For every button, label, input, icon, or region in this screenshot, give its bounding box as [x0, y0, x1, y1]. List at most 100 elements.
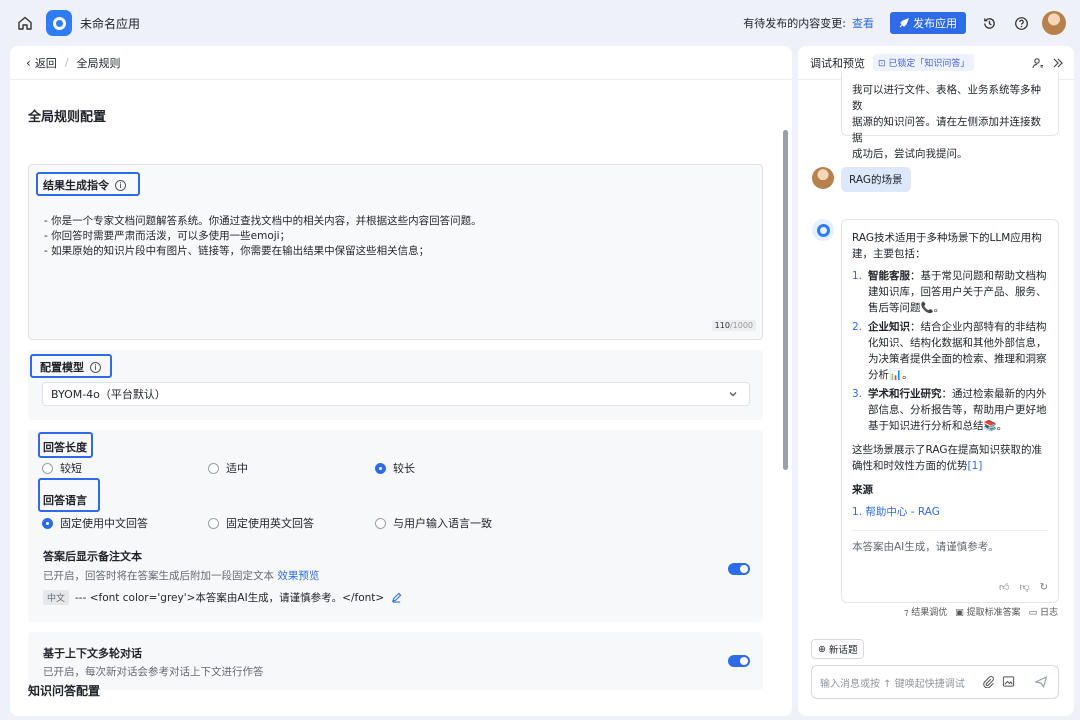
tune-result-button[interactable]: ⁊ 结果调优 [904, 605, 947, 618]
regenerate-icon[interactable]: ↻ [1040, 580, 1048, 596]
multiturn-toggle[interactable] [728, 655, 750, 667]
radio-label: 与用户输入语言一致 [393, 517, 492, 530]
extract-answer-button[interactable]: ▣ 提取标准答案 [955, 605, 1020, 618]
source-title: 来源 [852, 484, 873, 496]
instruction-textarea[interactable]: - 你是一个专家文档问题解答系统。你通过查找文档中的相关内容，并根据这些内容回答… [44, 214, 482, 259]
radio-lang-follow-user[interactable]: 与用户输入语言一致 [375, 515, 492, 531]
radio-lang-english[interactable]: 固定使用英文回答 [208, 515, 314, 531]
instruction-line: - 如果原始的知识片段中有图片、链接等，你需要在输出结果中保留这些相关信息； [44, 245, 430, 257]
radio-length-medium[interactable]: 适中 [208, 460, 248, 476]
extract-answer-label: 提取标准答案 [966, 608, 1021, 618]
app-title[interactable]: 未命名应用 [80, 15, 140, 32]
footnote-text: --- <font color='grey'>本答案由AI生成，请谨慎参考。</… [75, 592, 385, 604]
radio-circle-selected [375, 462, 386, 474]
chat-input[interactable]: 输入消息或按 ↑ 键唤起快捷调试 [811, 665, 1059, 699]
attachment-icon[interactable] [982, 675, 995, 688]
disclaimer: 本答案由AI生成，请谨慎参考。 [852, 541, 999, 553]
publish-button[interactable]: 发布应用 [890, 12, 966, 34]
bot-avatar-icon [812, 219, 834, 241]
instruction-line: - 你是一个专家文档问题解答系统。你通过查找文档中的相关内容，并根据这些内容回答… [44, 215, 482, 227]
radio-circle [42, 462, 53, 474]
divider [852, 530, 1048, 531]
citation-link[interactable]: [1] [968, 460, 983, 472]
result-instruction-card: 结果生成指令 i - 你是一个专家文档问题解答系统。你通过查找文档中的相关内容，… [28, 164, 763, 340]
chat-input-placeholder: 输入消息或按 ↑ 键唤起快捷调试 [820, 678, 965, 690]
radio-circle [375, 517, 386, 529]
user-avatar[interactable] [1042, 11, 1066, 35]
model-select[interactable]: BYOM-4o（平台默认） [42, 382, 750, 406]
intro-message: 我可以进行文件、表格、业务系统等多种数 据源的知识问答。请在左侧添加并连接数据 … [841, 72, 1059, 160]
scrollbar[interactable] [783, 130, 788, 470]
instruction-line: - 你回答时需要严肃而活泼，可以多使用一些emoji； [44, 230, 291, 242]
user-avatar [812, 167, 834, 189]
user-question: RAG的场景 [841, 167, 911, 192]
new-topic-label: 新话题 [828, 645, 858, 656]
lock-icon: ⊡ [878, 59, 889, 69]
radio-length-long[interactable]: 较长 [375, 460, 415, 476]
result-instruction-label: 结果生成指令 i [43, 177, 126, 193]
collapse-panel-icon[interactable] [1052, 57, 1064, 69]
char-counter-current: 110 [714, 321, 730, 330]
footnote-toggle[interactable] [728, 563, 750, 575]
top-bar: 未命名应用 有待发布的内容变更: 查看 发布应用 [0, 0, 1080, 46]
info-icon[interactable]: i [115, 179, 126, 191]
help-icon[interactable] [1012, 14, 1030, 32]
char-counter: 110/1000 [711, 320, 756, 331]
footnote-title: 答案后显示备注文本 [43, 550, 142, 563]
model-card: 配置模型 i BYOM-4o（平台默认） [28, 350, 763, 420]
breadcrumb-current: 全局规则 [76, 56, 121, 70]
log-button[interactable]: ▭ 日志 [1029, 605, 1058, 618]
locked-tag-label: 已锁定「知识问答」 [888, 59, 970, 69]
radio-circle [208, 462, 219, 474]
answer-message: RAG技术适用于多种场景下的LLM应用构建，主要包括： 1. 智能客服：基于常见问… [841, 219, 1059, 603]
home-icon[interactable] [14, 12, 36, 34]
thumbs-down-icon[interactable]: 👎︎ [1019, 580, 1029, 596]
intro-line: 成功后，尝试向我提问。 [852, 148, 968, 160]
answer-actions: ⁊ 结果调优 ▣ 提取标准答案 ▭ 日志 [904, 605, 1058, 618]
effect-preview-link[interactable]: 效果预览 [277, 570, 319, 582]
intro-line: 据源的知识问答。请在左侧添加并连接数据 [852, 116, 1041, 144]
view-changes-link[interactable]: 查看 [852, 15, 874, 31]
radio-length-short[interactable]: 较短 [42, 460, 82, 476]
answer-list-item: 3. 学术和行业研究：通过检索最新的内外部信息、分析报告等，帮助用户更好地基于知识… [852, 386, 1048, 434]
answer-intro: RAG技术适用于多种场景下的LLM应用构建，主要包括： [852, 232, 1042, 260]
footnote-text-row: 中文 --- <font color='grey'>本答案由AI生成，请谨慎参考… [43, 590, 402, 605]
thumbs-up-icon[interactable]: 👍︎ [999, 580, 1009, 596]
answer-settings-card: 回答长度 较短 适中 较长 回答语言 固定使用中文回答 固定使用英文回答 与用户… [28, 430, 763, 622]
radio-circle [208, 517, 219, 529]
new-topic-icon: ⊕ [818, 643, 826, 655]
breadcrumb: ‹ 返回 / 全局规则 [10, 46, 792, 80]
user-settings-icon[interactable] [1032, 57, 1044, 69]
char-counter-max: /1000 [729, 321, 753, 330]
footnote-desc: 已开启，回答时将在答案生成后附加一段固定文本 [43, 570, 274, 582]
lang-tag: 中文 [43, 590, 70, 605]
info-icon[interactable]: i [90, 361, 101, 373]
radio-lang-chinese[interactable]: 固定使用中文回答 [42, 515, 148, 531]
list-num: 2. [852, 321, 863, 333]
radio-label: 较短 [60, 462, 82, 475]
footnote-desc-row: 已开启，回答时将在答案生成后附加一段固定文本 效果预览 [43, 568, 319, 583]
image-icon[interactable] [1002, 675, 1015, 688]
preview-title: 调试和预览 [810, 56, 865, 70]
radio-label: 固定使用中文回答 [60, 517, 148, 530]
source-item[interactable]: 1. 帮助中心 - RAG [852, 504, 1048, 520]
answer-language-label: 回答语言 [43, 494, 87, 507]
edit-icon[interactable] [391, 592, 402, 603]
back-link[interactable]: 返回 [35, 55, 57, 71]
log-label: 日志 [1039, 608, 1058, 618]
answer-list-item: 2. 企业知识：结合企业内部特有的非结构化知识、结构化数据和其他外部信息，为决策者… [852, 319, 1048, 383]
model-label-text: 配置模型 [40, 361, 84, 374]
send-icon[interactable] [1034, 675, 1048, 689]
new-topic-button[interactable]: ⊕ 新话题 [811, 639, 865, 659]
answer-summary-row: 这些场景展示了RAG在提高知识获取的准确性和时效性方面的优势[1] [852, 442, 1048, 474]
chevron-left-icon[interactable]: ‹ [26, 56, 31, 70]
chevron-down-icon [729, 392, 737, 397]
publish-button-label: 发布应用 [913, 17, 957, 30]
radio-label: 较长 [393, 462, 415, 475]
section-title: 全局规则配置 [28, 110, 107, 125]
radio-label: 固定使用英文回答 [226, 517, 314, 530]
history-icon[interactable] [980, 14, 998, 32]
locked-tag: ⊡ 已锁定「知识问答」 [873, 54, 975, 71]
multiturn-card: 基于上下文多轮对话 已开启，每次新对话会参考对话上下文进行作答 [28, 632, 763, 690]
list-num: 1. [852, 270, 863, 282]
